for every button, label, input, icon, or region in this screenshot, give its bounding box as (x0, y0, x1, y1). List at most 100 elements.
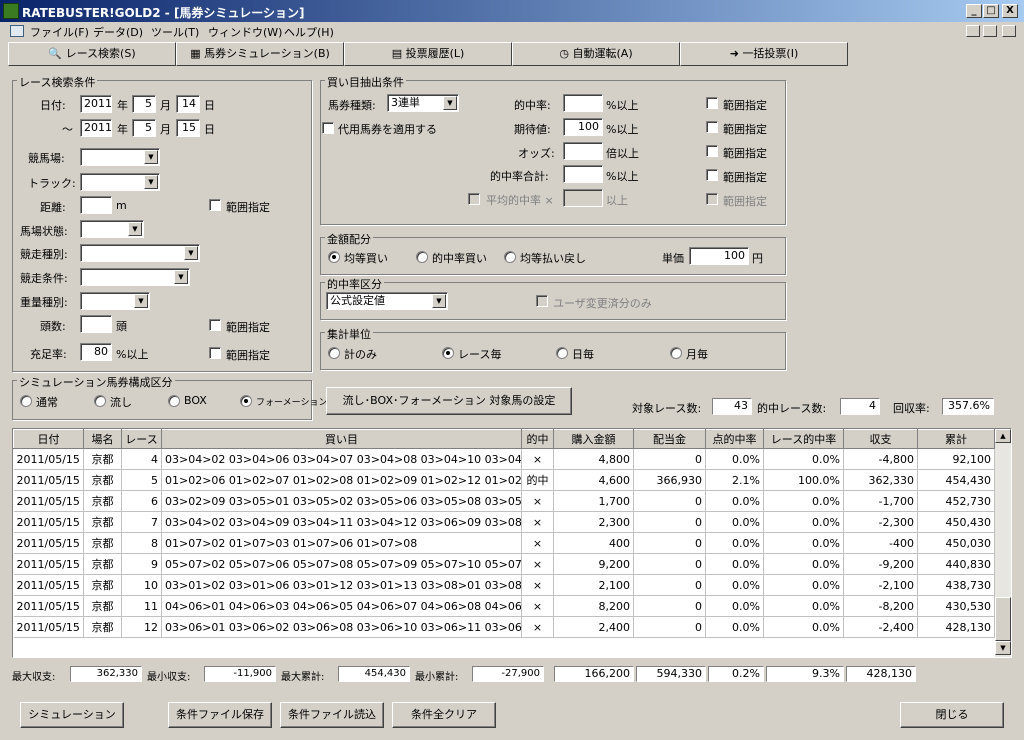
bet-type-select[interactable]: 3連単 ▼ (387, 94, 459, 112)
hit-rate-input[interactable] (563, 94, 603, 112)
user-only-checkbox[interactable] (536, 295, 548, 307)
odds-range-checkbox[interactable] (706, 145, 718, 157)
table-row[interactable]: 2011/05/15 京都 7 03>04>02 03>04>09 03>04>11 … (13, 511, 995, 533)
substitute-checkbox[interactable] (322, 122, 334, 134)
simulation-button[interactable]: シミュレーション (20, 702, 124, 728)
table-row[interactable]: 2011/05/15 京都 11 04>06>01 04>06>03 04>06>05… (13, 595, 995, 617)
track-select[interactable]: ▼ (80, 173, 160, 191)
tab-race-search[interactable]: 🔍 レース検索(S) (8, 42, 176, 66)
table-cell: 03>04>02 03>04>06 03>04>07 03>04>08 03>0… (161, 448, 522, 470)
expect-range-checkbox[interactable] (706, 121, 718, 133)
hit-total-input[interactable] (563, 165, 603, 183)
equal-payout-radio[interactable] (504, 251, 516, 263)
target-horse-setting-button[interactable]: 流し･BOX･フォーメーション 対象馬の設定 (326, 387, 572, 415)
column-header[interactable]: 買い目 (161, 429, 522, 449)
heads-input[interactable] (80, 315, 112, 333)
formation-radio[interactable] (240, 395, 252, 407)
fill-rate-input[interactable]: 80 (80, 343, 112, 361)
distance-input[interactable] (80, 196, 112, 214)
from-day-input[interactable]: 14 (176, 95, 200, 113)
column-header[interactable]: 点的中率 (705, 429, 764, 449)
table-row[interactable]: 2011/05/15 京都 8 01>07>02 01>07>03 01>07>06 … (13, 532, 995, 554)
table-row[interactable]: 2011/05/15 京都 5 01>02>06 01>02>07 01>02>08 … (13, 469, 995, 491)
race-cond-label: 競走条件: (20, 272, 68, 285)
avg-hit-checkbox[interactable] (468, 193, 480, 205)
menu-window[interactable]: ウィンドウ(W) (208, 24, 282, 40)
expect-input[interactable]: 100 (563, 118, 603, 136)
menu-data[interactable]: データ(D) (93, 24, 143, 40)
per-month-radio[interactable] (670, 347, 682, 359)
load-conditions-button[interactable]: 条件ファイル読込 (280, 702, 384, 728)
range-label: 範囲指定 (723, 99, 767, 112)
to-year-input[interactable]: 2011 (80, 119, 112, 137)
normal-radio[interactable] (20, 395, 32, 407)
child-restore-button[interactable] (983, 25, 997, 37)
avg-hit-input[interactable] (563, 189, 603, 207)
tab-bet-simulation[interactable]: ▦ 馬券シミュレーション(B) (176, 42, 344, 66)
table-row[interactable]: 2011/05/15 京都 4 03>04>02 03>04>06 03>04>07 … (13, 448, 995, 470)
hit-total-range-checkbox[interactable] (706, 169, 718, 181)
condition-select[interactable]: ▼ (80, 220, 144, 238)
race-type-select[interactable]: ▼ (80, 244, 200, 262)
avg-range-checkbox[interactable] (706, 193, 718, 205)
hit-class-select[interactable]: 公式設定値 ▼ (326, 292, 448, 310)
minimize-button[interactable]: _ (966, 4, 982, 18)
tab-auto-run[interactable]: ◷ 自動運転(A) (512, 42, 680, 66)
scroll-thumb[interactable] (995, 597, 1011, 641)
column-header[interactable]: 的中 (521, 429, 554, 449)
menu-file[interactable]: ファイル(F) (30, 24, 89, 40)
race-cond-select[interactable]: ▼ (80, 268, 190, 286)
weight-select[interactable]: ▼ (80, 292, 150, 310)
per-race-radio[interactable] (442, 347, 454, 359)
to-month-input[interactable]: 5 (132, 119, 156, 137)
from-month-input[interactable]: 5 (132, 95, 156, 113)
column-header[interactable]: 場名 (83, 429, 122, 449)
equal-buy-radio[interactable] (328, 251, 340, 263)
odds-input[interactable] (563, 142, 603, 160)
distance-range-checkbox[interactable] (209, 199, 221, 211)
results-table[interactable]: 日付 場名 レース 買い目 的中 購入金額 配当金 点的中率 レース的中率 収支 累計 2011/0… (12, 428, 1012, 658)
table-cell: × (521, 553, 554, 575)
column-header[interactable]: レース (121, 429, 162, 449)
table-cell: 京都 (83, 511, 122, 533)
vertical-scrollbar[interactable]: ▲ ▼ (995, 429, 1011, 657)
column-header[interactable]: 配当金 (633, 429, 706, 449)
column-header[interactable]: 累計 (917, 429, 995, 449)
venue-select[interactable]: ▼ (80, 148, 160, 166)
menu-help[interactable]: ヘルプ(H) (284, 24, 334, 40)
menu-tools[interactable]: ツール(T) (151, 24, 199, 40)
to-day-input[interactable]: 15 (176, 119, 200, 137)
fill-range-checkbox[interactable] (209, 347, 221, 359)
close-button[interactable]: 閉じる (900, 702, 1004, 728)
clock-icon: ◷ (559, 47, 569, 60)
close-window-button[interactable]: X (1002, 4, 1018, 18)
table-cell: 100.0% (763, 469, 844, 491)
table-cell: 0 (633, 595, 706, 617)
box-radio[interactable] (168, 395, 180, 407)
hit-range-checkbox[interactable] (706, 97, 718, 109)
from-year-input[interactable]: 2011 (80, 95, 112, 113)
total-only-radio[interactable] (328, 347, 340, 359)
column-header[interactable]: 日付 (13, 429, 84, 449)
maximize-button[interactable]: □ (983, 4, 999, 18)
table-row[interactable]: 2011/05/15 京都 9 05>07>02 05>07>06 05>07>08 … (13, 553, 995, 575)
scroll-down-button[interactable]: ▼ (995, 641, 1011, 655)
tab-bulk-vote[interactable]: ➜ 一括投票(I) (680, 42, 848, 66)
table-row[interactable]: 2011/05/15 京都 10 03>01>02 03>01>06 03>01>12… (13, 574, 995, 596)
clear-conditions-button[interactable]: 条件全クリア (392, 702, 496, 728)
child-minimize-button[interactable] (966, 25, 980, 37)
heads-range-checkbox[interactable] (209, 319, 221, 331)
column-header[interactable]: 収支 (843, 429, 918, 449)
child-close-button[interactable] (1002, 25, 1016, 37)
table-row[interactable]: 2011/05/15 京都 6 03>02>09 03>05>01 03>05>02 … (13, 490, 995, 512)
column-header[interactable]: レース的中率 (763, 429, 844, 449)
scroll-up-button[interactable]: ▲ (995, 429, 1011, 443)
table-row[interactable]: 2011/05/15 京都 12 03>06>01 03>06>02 03>06>08… (13, 616, 995, 638)
per-day-radio[interactable] (556, 347, 568, 359)
hit-rate-buy-radio[interactable] (416, 251, 428, 263)
flow-radio[interactable] (94, 395, 106, 407)
column-header[interactable]: 購入金額 (553, 429, 634, 449)
unit-price-input[interactable]: 100 (689, 247, 749, 265)
tab-vote-history[interactable]: ▤ 投票履歴(L) (344, 42, 512, 66)
save-conditions-button[interactable]: 条件ファイル保存 (168, 702, 272, 728)
